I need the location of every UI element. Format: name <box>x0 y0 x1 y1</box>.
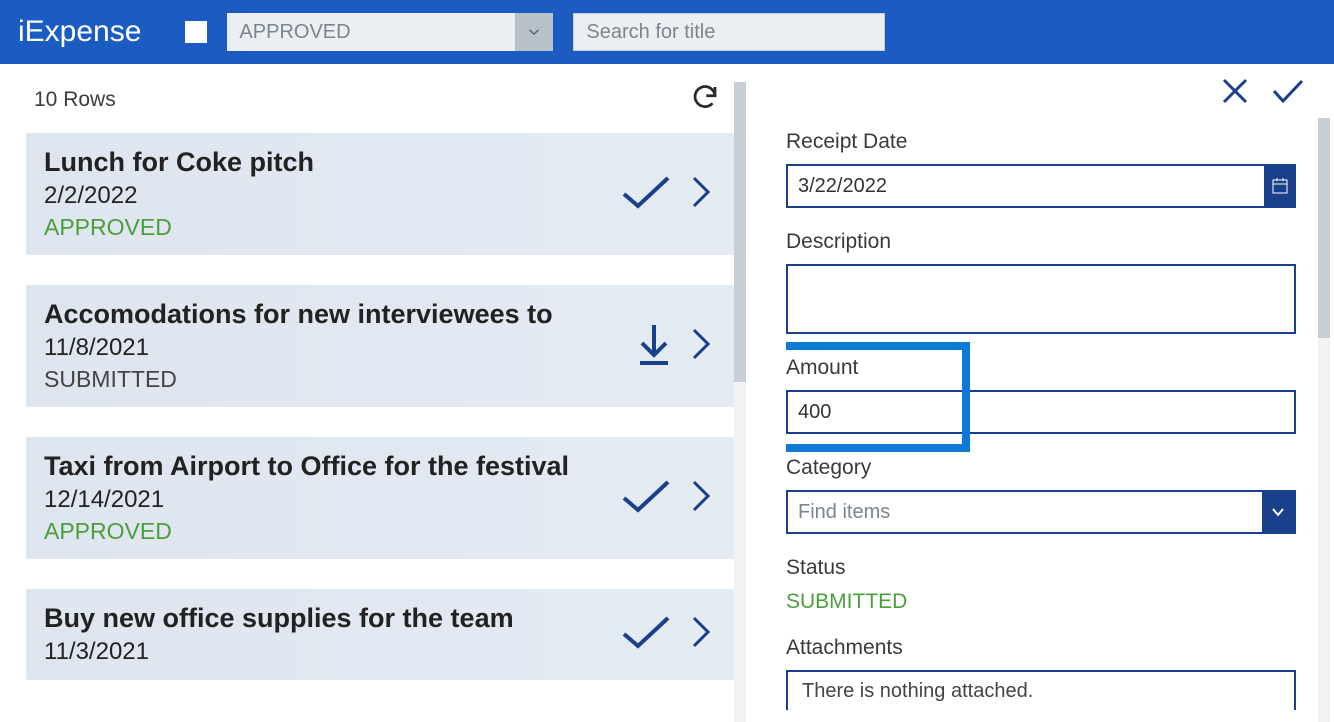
row-count-label: 10 Rows <box>34 88 116 112</box>
status-filter-value: APPROVED <box>239 21 350 44</box>
amount-input[interactable] <box>786 390 1296 434</box>
amount-label: Amount <box>786 356 1312 380</box>
attachments-box[interactable]: There is nothing attached. <box>786 670 1296 710</box>
status-filter-dropdown[interactable]: APPROVED <box>227 13 553 51</box>
chevron-right-icon[interactable] <box>690 478 712 519</box>
refresh-button[interactable] <box>690 82 720 117</box>
calendar-icon[interactable] <box>1264 164 1296 208</box>
form-scrollbar[interactable] <box>1318 118 1330 722</box>
chevron-right-icon[interactable] <box>690 614 712 655</box>
search-input[interactable] <box>573 13 885 51</box>
list-item[interactable]: Taxi from Airport to Office for the fest… <box>26 437 736 559</box>
category-label: Category <box>786 456 1312 480</box>
chevron-down-icon <box>1262 492 1294 532</box>
status-field: Status SUBMITTED <box>786 556 1312 614</box>
expense-list: Lunch for Coke pitch 2/2/2022 APPROVED A… <box>0 133 746 680</box>
expense-list-pane: 10 Rows Lunch for Coke pitch 2/2/2022 AP… <box>0 64 746 722</box>
description-field: Description <box>786 230 1312 334</box>
category-placeholder: Find items <box>788 501 900 524</box>
receipt-date-field: Receipt Date <box>786 130 1312 208</box>
list-scrollbar[interactable] <box>734 82 746 722</box>
status-value: SUBMITTED <box>786 590 1312 614</box>
expense-date: 12/14/2021 <box>44 486 569 514</box>
chevron-down-icon <box>515 13 553 51</box>
close-button[interactable] <box>1220 76 1250 111</box>
status-label: Status <box>786 556 1312 580</box>
expense-title: Taxi from Airport to Office for the fest… <box>44 451 569 482</box>
expense-status: APPROVED <box>44 214 314 241</box>
attachments-empty-text: There is nothing attached. <box>802 680 1033 703</box>
chevron-right-icon[interactable] <box>690 326 712 367</box>
description-label: Description <box>786 230 1312 254</box>
amount-field: Amount <box>786 356 1312 434</box>
list-item[interactable]: Accomodations for new interviewees to 11… <box>26 285 736 407</box>
expense-date: 11/3/2021 <box>44 638 514 666</box>
attachments-field: Attachments There is nothing attached. <box>786 636 1312 710</box>
main-content: 10 Rows Lunch for Coke pitch 2/2/2022 AP… <box>0 64 1334 722</box>
detail-form-pane: This field must have at least 10 charact… <box>746 64 1334 722</box>
check-icon <box>618 612 674 657</box>
receipt-date-input[interactable] <box>786 164 1296 208</box>
category-dropdown[interactable]: Find items <box>786 490 1296 534</box>
check-icon <box>618 476 674 521</box>
filter-checkbox[interactable] <box>185 21 207 43</box>
expense-date: 11/8/2021 <box>44 334 553 362</box>
description-input[interactable] <box>786 264 1296 334</box>
download-icon <box>634 321 674 372</box>
chevron-right-icon[interactable] <box>690 174 712 215</box>
expense-status: SUBMITTED <box>44 366 553 393</box>
attachments-label: Attachments <box>786 636 1312 660</box>
expense-title: Lunch for Coke pitch <box>44 147 314 178</box>
confirm-button[interactable] <box>1270 77 1306 110</box>
expense-title: Buy new office supplies for the team <box>44 603 514 634</box>
check-icon <box>618 172 674 217</box>
list-item[interactable]: Buy new office supplies for the team 11/… <box>26 589 736 680</box>
expense-title: Accomodations for new interviewees to <box>44 299 553 330</box>
expense-status: APPROVED <box>44 518 569 545</box>
app-title: iExpense <box>18 15 141 49</box>
top-bar: iExpense APPROVED <box>0 0 1334 64</box>
expense-date: 2/2/2022 <box>44 182 314 210</box>
receipt-date-label: Receipt Date <box>786 130 1312 154</box>
list-item[interactable]: Lunch for Coke pitch 2/2/2022 APPROVED <box>26 133 736 255</box>
category-field: Category Find items <box>786 456 1312 534</box>
